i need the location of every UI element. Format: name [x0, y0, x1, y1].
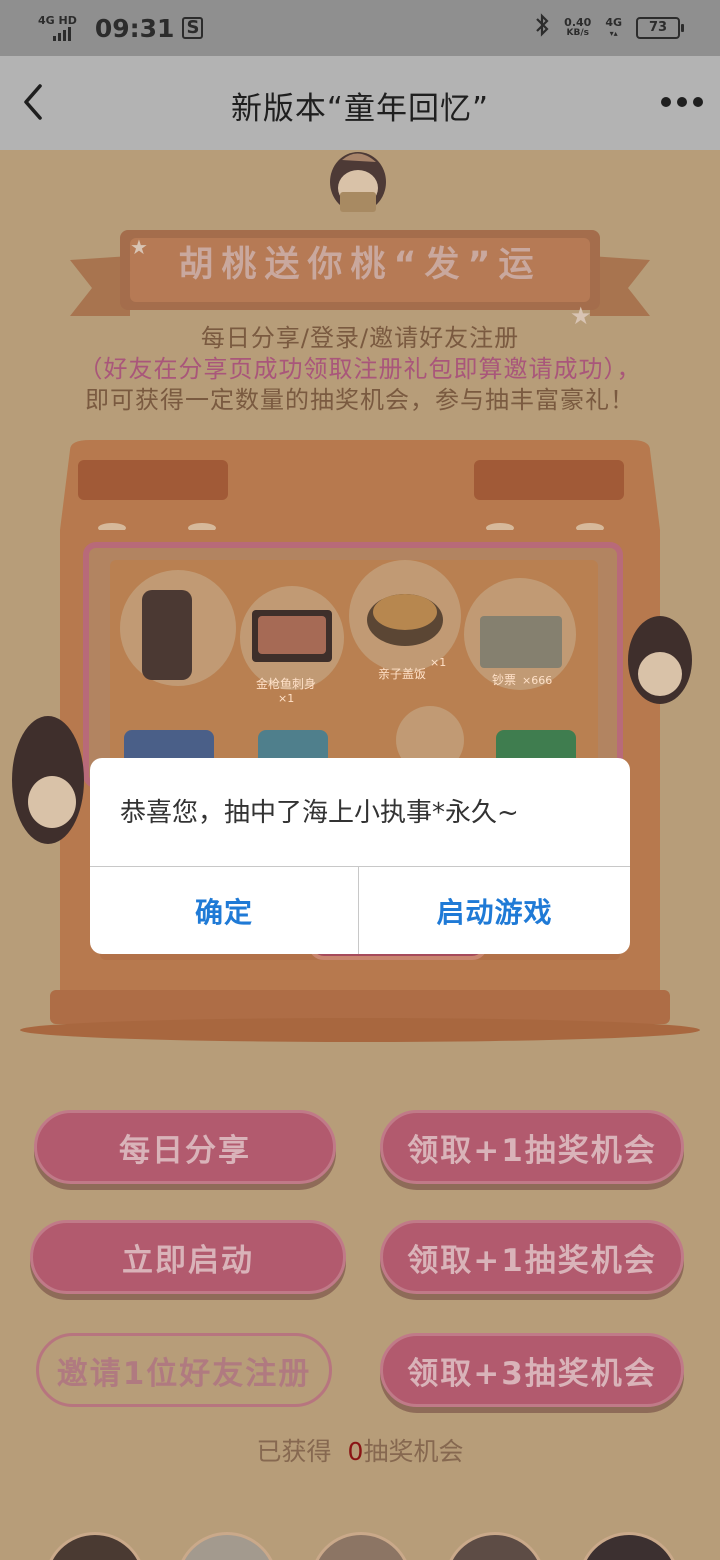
prize-machine: 金枪鱼刺身 ×1 亲子盖饭 ×1 钞票 ×666 点击抽奖 — [12, 440, 700, 1042]
avatar — [176, 1532, 278, 1560]
daily-share-button[interactable]: 每日分享 — [34, 1110, 336, 1184]
avatar — [578, 1532, 680, 1560]
page-title: 新版本“童年回忆” — [230, 91, 490, 127]
data-type-indicator: 4G ▾▴ — [605, 16, 622, 38]
prize-dialog: 恭喜您，抽中了海上小执事*永久~ 确定 启动游戏 — [90, 758, 630, 954]
launch-game-button[interactable]: 启动游戏 — [359, 867, 630, 954]
invite-claim-button[interactable]: 领取+3抽奖机会 — [380, 1333, 684, 1407]
earned-chances: 已获得 0抽奖机会 — [256, 1437, 464, 1466]
network-indicator: 4G HD — [38, 13, 77, 27]
notification-icon: S — [182, 17, 204, 39]
earned-count: 0 — [347, 1437, 364, 1466]
intro-line-1: 每日分享/登录/邀请好友注册 — [200, 324, 520, 352]
daily-share-claim-button[interactable]: 领取+1抽奖机会 — [380, 1110, 684, 1184]
prize-label-cash: 钞票 — [492, 672, 516, 687]
bluetooth-icon — [534, 13, 550, 43]
dialog-message: 恭喜您，抽中了海上小执事*永久~ — [120, 798, 519, 828]
svg-text:×1: ×1 — [430, 656, 446, 669]
svg-text:×1: ×1 — [278, 692, 294, 705]
intro-line-3: 即可获得一定数量的抽奖机会，参与抽丰富豪礼！ — [85, 386, 635, 414]
network-speed: 0.40 KB/s — [564, 16, 592, 38]
avatar — [44, 1532, 146, 1560]
prize-label-tuna: 金枪鱼刺身 — [256, 676, 316, 691]
mascot-illustration — [330, 152, 386, 212]
launch-claim-button[interactable]: 领取+1抽奖机会 — [380, 1220, 684, 1294]
prize-label-rice: 亲子盖饭 — [378, 667, 426, 681]
svg-text:×666: ×666 — [522, 674, 552, 687]
avatar — [310, 1532, 412, 1560]
battery-icon: 73 — [636, 17, 684, 39]
title-bar: 新版本“童年回忆” — [0, 56, 720, 150]
more-options-icon[interactable] — [658, 90, 706, 114]
invite-friend-button[interactable]: 邀请1位好友注册 — [36, 1333, 332, 1407]
signal-icon — [52, 27, 73, 41]
intro-line-2: （好友在分享页成功领取注册礼包即算邀请成功）， — [78, 355, 642, 383]
clock: 09:31 — [94, 13, 175, 43]
avatar — [444, 1532, 546, 1560]
banner-title: 胡桃送你桃“发”运 — [178, 245, 542, 285]
avatar-row — [0, 1528, 720, 1560]
launch-now-button[interactable]: 立即启动 — [30, 1220, 346, 1294]
confirm-button[interactable]: 确定 — [90, 867, 358, 954]
status-bar: 4G HD 09:31 S 0.40 KB/s 4G ▾▴ 73 — [0, 0, 720, 56]
